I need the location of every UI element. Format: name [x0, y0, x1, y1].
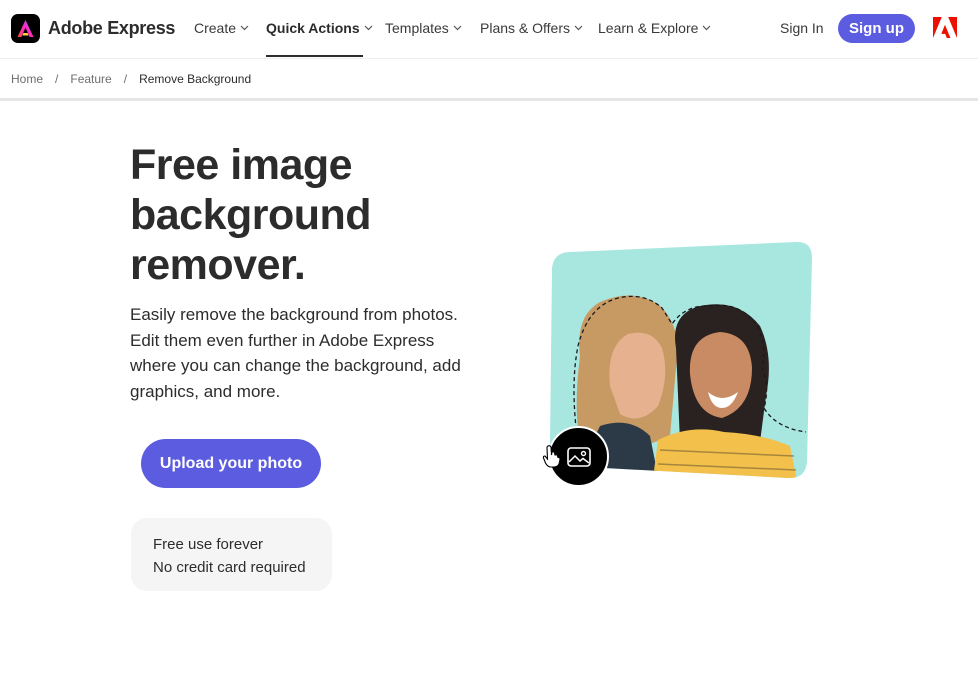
nav-learn-explore[interactable]: Learn & Explore: [598, 20, 711, 36]
nav-create-label: Create: [194, 20, 237, 36]
page-title-line: remover.: [130, 241, 306, 289]
nav-learn-explore-label: Learn & Explore: [598, 20, 699, 36]
breadcrumb-home[interactable]: Home: [11, 72, 43, 86]
nav-create[interactable]: Create: [194, 20, 249, 36]
nav-templates[interactable]: Templates: [385, 20, 462, 36]
sign-in-link[interactable]: Sign In: [780, 20, 824, 36]
hero-description: Easily remove the background from photos…: [130, 305, 461, 401]
chevron-down-icon: [364, 25, 373, 31]
top-navigation: Adobe Express Create Quick Actions Templ…: [0, 0, 978, 57]
image-icon: [566, 446, 591, 467]
chevron-down-icon: [240, 25, 249, 31]
hand-cursor-icon: [542, 445, 561, 468]
nav-plans-offers-label: Plans & Offers: [480, 20, 571, 36]
upload-photo-button[interactable]: Upload your photo: [141, 439, 321, 488]
nav-quick-actions[interactable]: Quick Actions: [266, 20, 373, 36]
brand-home-link[interactable]: Adobe Express: [11, 14, 175, 43]
breadcrumb: Home / Feature / Remove Background: [11, 72, 251, 86]
page-title-line: Free image: [130, 141, 353, 189]
adobe-logo-icon[interactable]: [933, 17, 957, 39]
perk-no-credit-card: No credit card required: [153, 559, 306, 576]
adobe-express-logo-icon: [11, 14, 40, 43]
breadcrumb-feature[interactable]: Feature: [70, 72, 111, 86]
breadcrumb-current: Remove Background: [139, 72, 252, 86]
page-title-line: background: [130, 191, 372, 239]
brand-name: Adobe Express: [48, 18, 176, 38]
sign-up-button[interactable]: Sign up: [838, 14, 915, 43]
perks-box: Free use forever No credit card required: [131, 518, 332, 591]
chevron-down-icon: [574, 25, 583, 31]
nav-templates-label: Templates: [385, 20, 449, 36]
nav-plans-offers[interactable]: Plans & Offers: [480, 20, 583, 36]
active-nav-underline: [266, 55, 363, 57]
chevron-down-icon: [453, 25, 462, 31]
breadcrumb-separator: /: [55, 72, 59, 86]
breadcrumb-separator: /: [123, 72, 128, 86]
chevron-down-icon: [702, 25, 711, 31]
breadcrumb-bar: Home / Feature / Remove Background: [0, 58, 978, 101]
nav-quick-actions-label: Quick Actions: [266, 20, 360, 36]
perk-free-use: Free use forever: [153, 536, 264, 553]
page-title: Free image background remover.: [130, 140, 460, 290]
